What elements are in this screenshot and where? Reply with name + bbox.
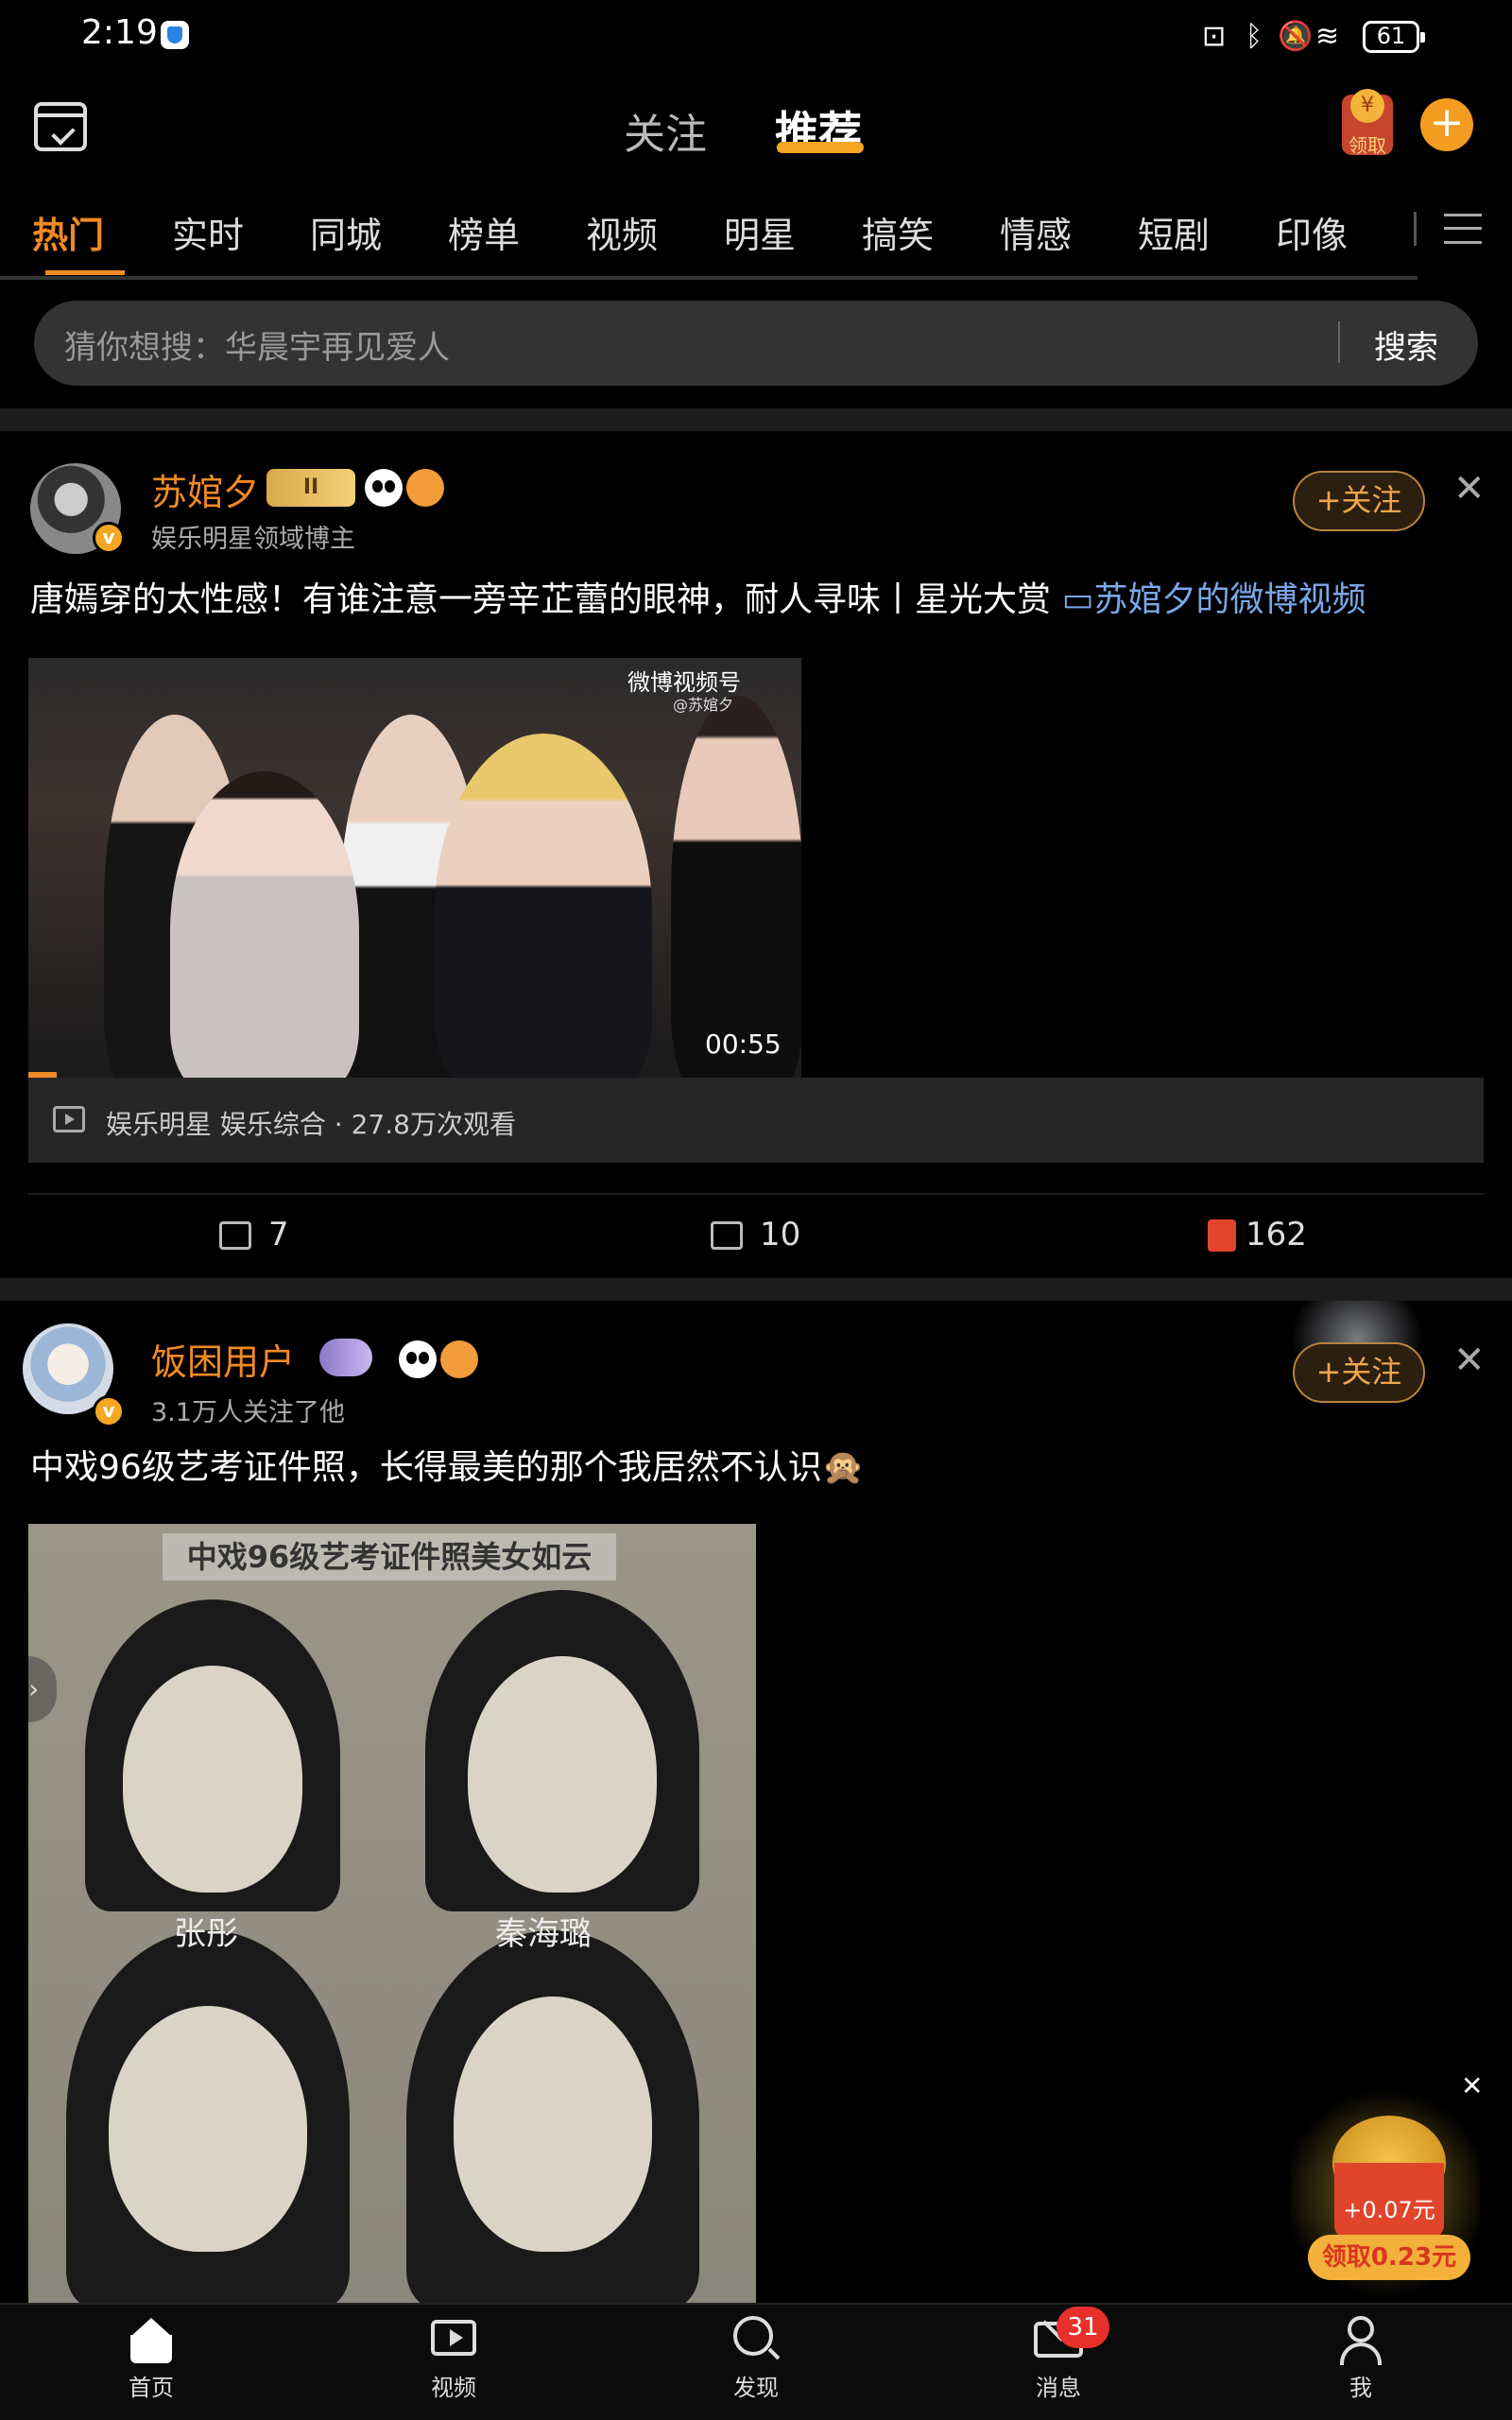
promo-claim-button[interactable]: 领取0.23元 (1308, 2235, 1470, 2280)
channel-emotion[interactable]: 情感 (1000, 206, 1072, 258)
bluetooth-icon: ᛒ (1246, 20, 1263, 53)
nav-video[interactable]: 视频 (387, 2314, 520, 2402)
wifi-icon: ≋ (1315, 20, 1340, 53)
nav-profile[interactable]: 我 (1295, 2314, 1427, 2402)
battery-icon: 61 (1363, 21, 1425, 53)
follow-button[interactable]: +关注 (1293, 1342, 1425, 1403)
status-time: 2:19 (81, 13, 158, 52)
photo-label: 秦海璐 (495, 1915, 592, 1953)
search-placeholder[interactable]: 猜你想搜：华晨宇再见爱人 (64, 321, 450, 368)
post-body: 中戏96级艺考证件照，长得最美的那个我居然不认识🙊 (30, 1448, 865, 1487)
post-body: 唐嫣穿的太性感！有谁注意一旁辛芷蕾的眼神，耐人寻味丨星光大赏 (30, 580, 1052, 619)
follow-button[interactable]: +关注 (1293, 471, 1425, 531)
video-watermark-user: @苏婠夕 (673, 696, 734, 714)
video-thumbnail[interactable] (28, 658, 801, 1078)
mute-bell-icon: 🔕 (1278, 20, 1314, 53)
comment-count: 10 (760, 1216, 801, 1253)
photo-label: 张彤 (174, 1915, 238, 1953)
active-tab-indicator (777, 142, 864, 153)
feed-separator (0, 1278, 1512, 1301)
nav-home-label: 首页 (129, 2375, 174, 2401)
promo-amount[interactable]: +0.07元 (1334, 2163, 1444, 2238)
post-author-subtitle: 3.1万人关注了他 (151, 1398, 345, 1427)
discover-icon (730, 2314, 782, 2363)
video-play-icon (53, 1106, 85, 1132)
close-icon[interactable]: ✕ (1453, 1339, 1486, 1382)
post-text: 唐嫣穿的太性感！有谁注意一旁辛芷蕾的眼神，耐人寻味丨星光大赏 ▭苏婠夕的微博视频 (30, 577, 1486, 624)
comment-icon (711, 1221, 743, 1250)
active-channel-indicator (45, 270, 125, 275)
nav-discover[interactable]: 发现 (690, 2314, 822, 2402)
post-image[interactable]: › (28, 1524, 756, 2308)
channel-short-drama[interactable]: 短剧 (1138, 206, 1210, 258)
channel-hot[interactable]: 热门 (32, 206, 104, 258)
shield-app-icon (161, 21, 189, 49)
tab-follow[interactable]: 关注 (624, 100, 707, 161)
panda-badge-icon (365, 469, 403, 507)
like-count: 162 (1246, 1216, 1307, 1253)
channel-menu-icon[interactable] (1444, 214, 1482, 244)
crown-badge-icon (319, 1339, 372, 1376)
nav-home[interactable]: 首页 (85, 2314, 217, 2402)
action-divider (28, 1193, 1484, 1195)
fish-badge-icon (440, 1340, 478, 1378)
search-divider (1338, 321, 1340, 363)
red-packet-label: 领取 (1349, 134, 1386, 157)
repost-icon (219, 1221, 251, 1250)
post-author[interactable]: 饭困用户 (151, 1333, 295, 1385)
channel-funny[interactable]: 搞笑 (862, 206, 934, 258)
channel-separator (1414, 212, 1417, 246)
nav-video-label: 视频 (431, 2375, 476, 2401)
nav-discover-label: 发现 (733, 2375, 779, 2401)
repost-count: 7 (268, 1216, 289, 1253)
channel-ranking[interactable]: 榜单 (448, 206, 520, 258)
add-post-button[interactable]: + (1420, 98, 1473, 151)
video-link[interactable]: ▭苏婠夕的微博视频 (1061, 580, 1366, 619)
cast-icon: ⊡ (1202, 20, 1227, 53)
channel-video[interactable]: 视频 (586, 206, 658, 258)
message-count-badge: 31 (1057, 2307, 1109, 2348)
channel-realtime[interactable]: 实时 (172, 206, 244, 258)
nav-messages-label: 消息 (1036, 2375, 1081, 2401)
verified-badge-icon: v (93, 1395, 125, 1427)
close-icon[interactable]: ✕ (1453, 467, 1486, 510)
post-author[interactable]: 苏婠夕 (151, 463, 259, 515)
channel-local[interactable]: 同城 (310, 206, 382, 258)
channel-star[interactable]: 明星 (724, 206, 796, 258)
video-meta: 娱乐明星 娱乐综合 · 27.8万次观看 (106, 1109, 516, 1140)
nav-profile-label: 我 (1349, 2375, 1372, 2401)
video-link-label[interactable]: 苏婠夕的微博视频 (1093, 580, 1366, 619)
search-button[interactable]: 搜索 (1374, 321, 1438, 368)
like-icon (1208, 1219, 1236, 1252)
promo-close-icon[interactable]: ✕ (1461, 2070, 1483, 2101)
home-icon (125, 2314, 178, 2363)
video-duration: 00:55 (705, 1028, 782, 1060)
feed-separator (0, 408, 1512, 431)
channel-divider (0, 276, 1418, 280)
photo-title: 中戏96级艺考证件照美女如云 (163, 1533, 616, 1581)
channel-tabs: 热门 实时 同城 榜单 视频 明星 搞笑 情感 短剧 印像 (0, 185, 1418, 280)
status-bar: 2:19 ⊡ ᛒ 🔕 ≋ 61 (0, 0, 1512, 76)
verified-badge-icon: v (93, 522, 125, 554)
chevron-right-icon[interactable]: › (28, 1656, 57, 1722)
channel-impression[interactable]: 印像 (1276, 206, 1348, 258)
profile-icon (1334, 2314, 1387, 2365)
calendar-checkin-icon[interactable] (34, 102, 87, 151)
video-icon (427, 2314, 480, 2363)
post-author-subtitle: 娱乐明星领域博主 (151, 525, 355, 554)
panda-badge-icon (399, 1340, 437, 1378)
fish-badge-icon (406, 469, 444, 507)
member-level-icon: II (266, 469, 355, 507)
